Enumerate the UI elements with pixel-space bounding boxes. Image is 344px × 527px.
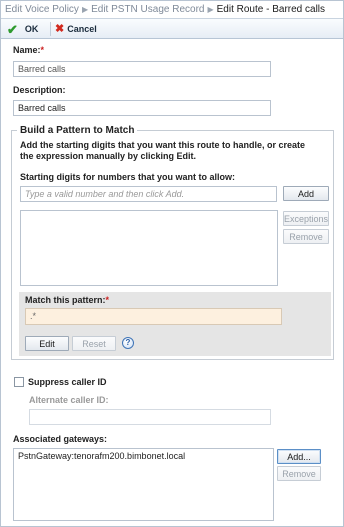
remove-gateway-button[interactable]: Remove (277, 466, 321, 481)
breadcrumb-edit-voice-policy[interactable]: Edit Voice Policy (5, 4, 79, 15)
reset-pattern-button[interactable]: Reset (72, 336, 116, 351)
breadcrumb-current-page: Edit Route - Barred calls (216, 4, 326, 15)
name-input[interactable]: Barred calls (13, 61, 271, 77)
edit-pattern-button[interactable]: Edit (25, 336, 69, 351)
remove-digits-button[interactable]: Remove (283, 229, 329, 244)
description-label: Description: (13, 85, 66, 95)
exceptions-button[interactable]: Exceptions (283, 211, 329, 226)
required-marker: * (40, 45, 45, 55)
breadcrumb: Edit Voice Policy ▶ Edit PSTN Usage Reco… (1, 1, 343, 18)
ok-button[interactable]: ✔ OK (7, 21, 38, 37)
add-gateway-button[interactable]: Add... (277, 449, 321, 464)
cancel-label: Cancel (67, 24, 97, 34)
close-icon: ✖ (55, 22, 65, 35)
breadcrumb-edit-pstn-usage-record[interactable]: Edit PSTN Usage Record (91, 4, 204, 15)
toolbar: ✔ OK ✖ Cancel (1, 18, 343, 39)
description-input[interactable]: Barred calls (13, 100, 271, 116)
suppress-caller-id-checkbox[interactable] (14, 377, 24, 387)
list-item[interactable]: PstnGateway:tenorafm200.bimbonet.local (18, 451, 269, 461)
gateways-list[interactable]: PstnGateway:tenorafm200.bimbonet.local (13, 448, 274, 521)
name-label-text: Name: (13, 45, 41, 55)
required-marker: * (105, 295, 110, 305)
suppress-caller-id-label: Suppress caller ID (28, 377, 107, 387)
match-pattern-label-text: Match this pattern: (25, 295, 106, 305)
checkmark-icon: ✔ (7, 21, 18, 37)
pattern-section-title: Build a Pattern to Match (17, 125, 138, 136)
toolbar-divider (50, 22, 51, 36)
breadcrumb-separator-icon: ▶ (81, 5, 89, 14)
match-pattern-input[interactable]: .* (25, 308, 282, 325)
ok-label: OK (24, 24, 39, 34)
help-icon[interactable]: ? (122, 337, 134, 349)
match-pattern-label: Match this pattern:* (25, 295, 109, 305)
pattern-description: Add the starting digits that you want th… (20, 140, 306, 161)
alternate-caller-id-input[interactable] (29, 409, 271, 425)
starting-digits-input[interactable]: Type a valid number and then click Add. (20, 186, 277, 202)
starting-digits-list[interactable] (20, 210, 278, 286)
edit-route-window: Edit Voice Policy ▶ Edit PSTN Usage Reco… (0, 0, 344, 527)
cancel-button[interactable]: ✖ Cancel (55, 21, 97, 37)
name-label: Name:* (13, 45, 44, 55)
add-digits-button[interactable]: Add (283, 186, 329, 201)
associated-gateways-label: Associated gateways: (13, 434, 108, 444)
starting-digits-label: Starting digits for numbers that you wan… (20, 172, 236, 182)
alternate-caller-id-label: Alternate caller ID: (29, 395, 109, 405)
breadcrumb-separator-icon: ▶ (207, 5, 214, 14)
